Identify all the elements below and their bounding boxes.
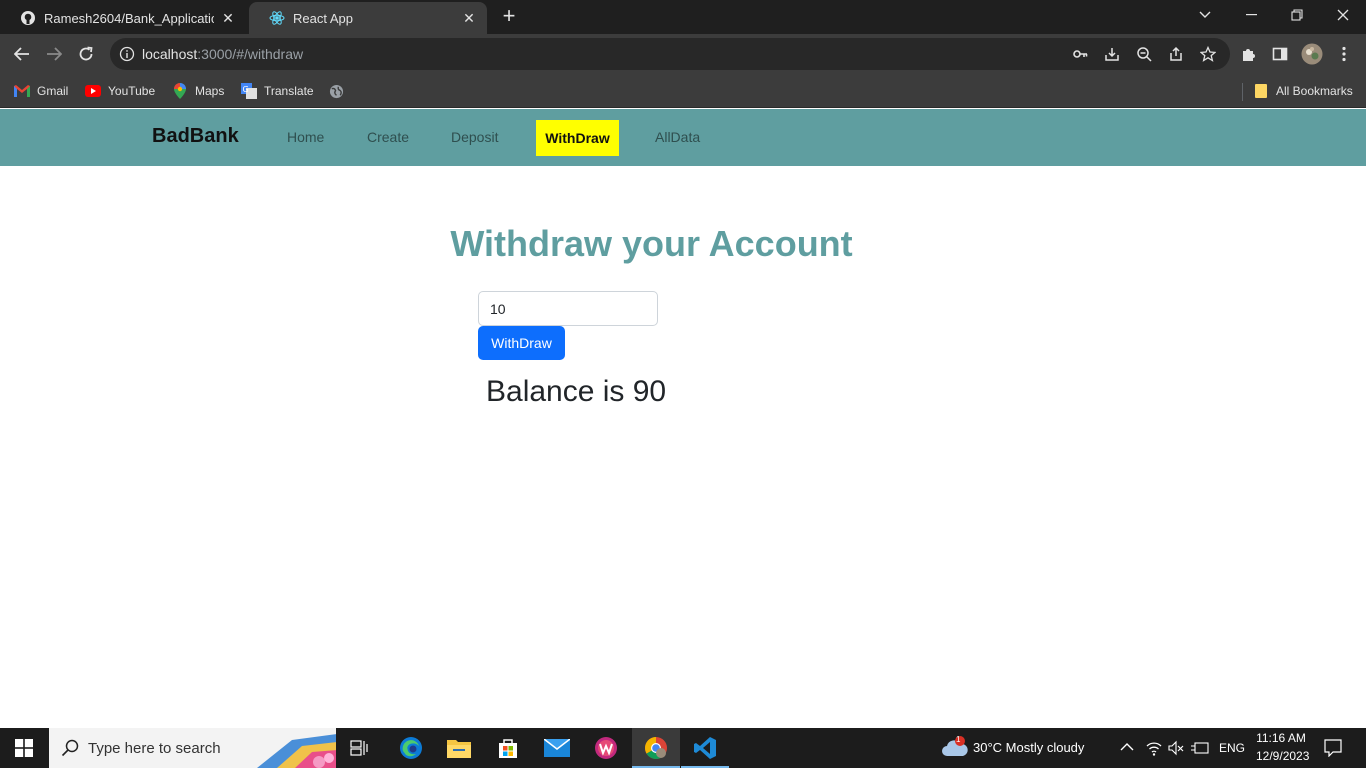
back-icon[interactable] bbox=[10, 42, 34, 66]
file-explorer-icon[interactable] bbox=[435, 728, 483, 768]
side-panel-icon[interactable] bbox=[1268, 42, 1292, 66]
forward-icon[interactable] bbox=[42, 42, 66, 66]
search-highlight-illustration-icon bbox=[257, 728, 336, 768]
wifi-icon[interactable] bbox=[1146, 740, 1162, 761]
all-bookmarks-folder[interactable]: All Bookmarks bbox=[1253, 81, 1353, 101]
nav-link-deposit[interactable]: Deposit bbox=[451, 129, 498, 145]
vscode-icon[interactable] bbox=[681, 728, 729, 768]
key-icon[interactable] bbox=[1068, 42, 1092, 66]
taskbar-search-box[interactable]: Type here to search bbox=[49, 728, 336, 768]
react-icon bbox=[269, 10, 285, 26]
reload-icon[interactable] bbox=[74, 42, 98, 66]
tab-strip: Ramesh2604/Bank_Application_ ✕ React App… bbox=[0, 0, 1366, 34]
microsoft-store-icon[interactable] bbox=[484, 728, 532, 768]
mail-icon[interactable] bbox=[533, 728, 581, 768]
menu-icon[interactable] bbox=[1332, 42, 1356, 66]
restore-icon[interactable] bbox=[1274, 0, 1320, 30]
bookmark-label: Maps bbox=[195, 84, 225, 98]
bookmark-label: Translate bbox=[264, 84, 314, 98]
bookmark-label: YouTube bbox=[108, 84, 156, 98]
close-tab-icon[interactable]: ✕ bbox=[461, 10, 477, 26]
weather-text[interactable]: 30°C Mostly cloudy bbox=[973, 740, 1084, 755]
maps-icon bbox=[172, 83, 188, 99]
url-host: localhost bbox=[142, 46, 198, 62]
bookmarks-divider bbox=[1242, 83, 1243, 101]
windows-taskbar: Type here to search 1 30°C Mostly cloudy bbox=[0, 728, 1366, 768]
new-tab-icon[interactable]: + bbox=[498, 5, 520, 27]
install-app-icon[interactable] bbox=[1100, 42, 1124, 66]
gmail-icon bbox=[14, 83, 30, 99]
bookmark-star-icon[interactable] bbox=[1196, 42, 1220, 66]
edge-browser-icon[interactable] bbox=[387, 728, 435, 768]
extensions-icon[interactable] bbox=[1236, 42, 1260, 66]
weather-badge: 1 bbox=[956, 735, 961, 744]
task-view-icon[interactable] bbox=[336, 728, 384, 768]
app-navbar: BadBank Home Create Deposit WithDraw All… bbox=[0, 109, 1366, 166]
folder-icon bbox=[1253, 83, 1269, 99]
brand-logo[interactable]: BadBank bbox=[152, 125, 239, 148]
tab-github[interactable]: Ramesh2604/Bank_Application_ ✕ bbox=[0, 2, 246, 34]
bookmark-gmail[interactable]: Gmail bbox=[14, 81, 68, 101]
address-bar[interactable]: localhost:3000/#/withdraw bbox=[110, 38, 1230, 70]
tab-title: React App bbox=[293, 10, 353, 26]
translate-icon: G bbox=[241, 83, 257, 99]
battery-plug-icon[interactable] bbox=[1191, 741, 1209, 760]
windows-start-icon[interactable] bbox=[0, 728, 48, 768]
bookmark-maps[interactable]: Maps bbox=[172, 81, 224, 101]
github-icon bbox=[20, 10, 36, 26]
all-bookmarks-label: All Bookmarks bbox=[1276, 84, 1353, 98]
page-title: Withdraw your Account bbox=[450, 223, 853, 264]
site-info-icon[interactable] bbox=[119, 46, 135, 67]
search-icon bbox=[61, 739, 79, 762]
language-indicator[interactable]: ENG bbox=[1219, 741, 1245, 755]
tab-search-icon[interactable] bbox=[1182, 0, 1228, 30]
tab-title: Ramesh2604/Bank_Application_ bbox=[44, 10, 214, 26]
speaker-muted-icon[interactable] bbox=[1168, 740, 1184, 761]
nav-link-create[interactable]: Create bbox=[367, 129, 409, 145]
profile-avatar-icon[interactable] bbox=[1300, 42, 1324, 66]
svg-text:G: G bbox=[243, 85, 249, 94]
office-app-icon[interactable] bbox=[582, 728, 630, 768]
nav-link-home[interactable]: Home bbox=[287, 129, 324, 145]
url-path: :3000/#/withdraw bbox=[197, 46, 304, 62]
clock-time[interactable]: 11:16 AM bbox=[1256, 731, 1306, 745]
youtube-icon bbox=[85, 83, 101, 99]
nav-link-alldata[interactable]: AllData bbox=[655, 129, 700, 145]
zoom-out-icon[interactable] bbox=[1132, 42, 1156, 66]
globe-bookmark[interactable] bbox=[328, 81, 351, 101]
withdraw-amount-input[interactable] bbox=[478, 291, 658, 326]
minimize-icon[interactable] bbox=[1228, 0, 1274, 30]
url-text: localhost:3000/#/withdraw bbox=[142, 46, 303, 62]
tab-react-app[interactable]: React App ✕ bbox=[249, 2, 487, 34]
bookmark-translate[interactable]: G Translate bbox=[241, 81, 314, 101]
clock-date[interactable]: 12/9/2023 bbox=[1256, 749, 1309, 763]
search-placeholder: Type here to search bbox=[88, 740, 221, 757]
globe-icon bbox=[328, 83, 344, 99]
share-icon[interactable] bbox=[1164, 42, 1188, 66]
nav-link-withdraw-active[interactable]: WithDraw bbox=[536, 120, 619, 156]
show-hidden-icons-icon[interactable] bbox=[1120, 740, 1134, 759]
chrome-taskbar-icon[interactable] bbox=[632, 728, 680, 768]
balance-text: Balance is 90 bbox=[486, 375, 667, 408]
weather-cloud-icon[interactable] bbox=[941, 736, 969, 765]
bookmark-label: Gmail bbox=[37, 84, 69, 98]
notifications-icon[interactable] bbox=[1324, 739, 1342, 762]
bookmark-youtube[interactable]: YouTube bbox=[85, 81, 155, 101]
bookmarks-bar: Gmail YouTube Maps G Translate All Bookm… bbox=[0, 74, 1366, 108]
close-tab-icon[interactable]: ✕ bbox=[220, 10, 236, 26]
withdraw-button[interactable]: WithDraw bbox=[478, 326, 565, 360]
browser-toolbar: localhost:3000/#/withdraw bbox=[0, 34, 1366, 74]
close-window-icon[interactable] bbox=[1320, 0, 1366, 30]
